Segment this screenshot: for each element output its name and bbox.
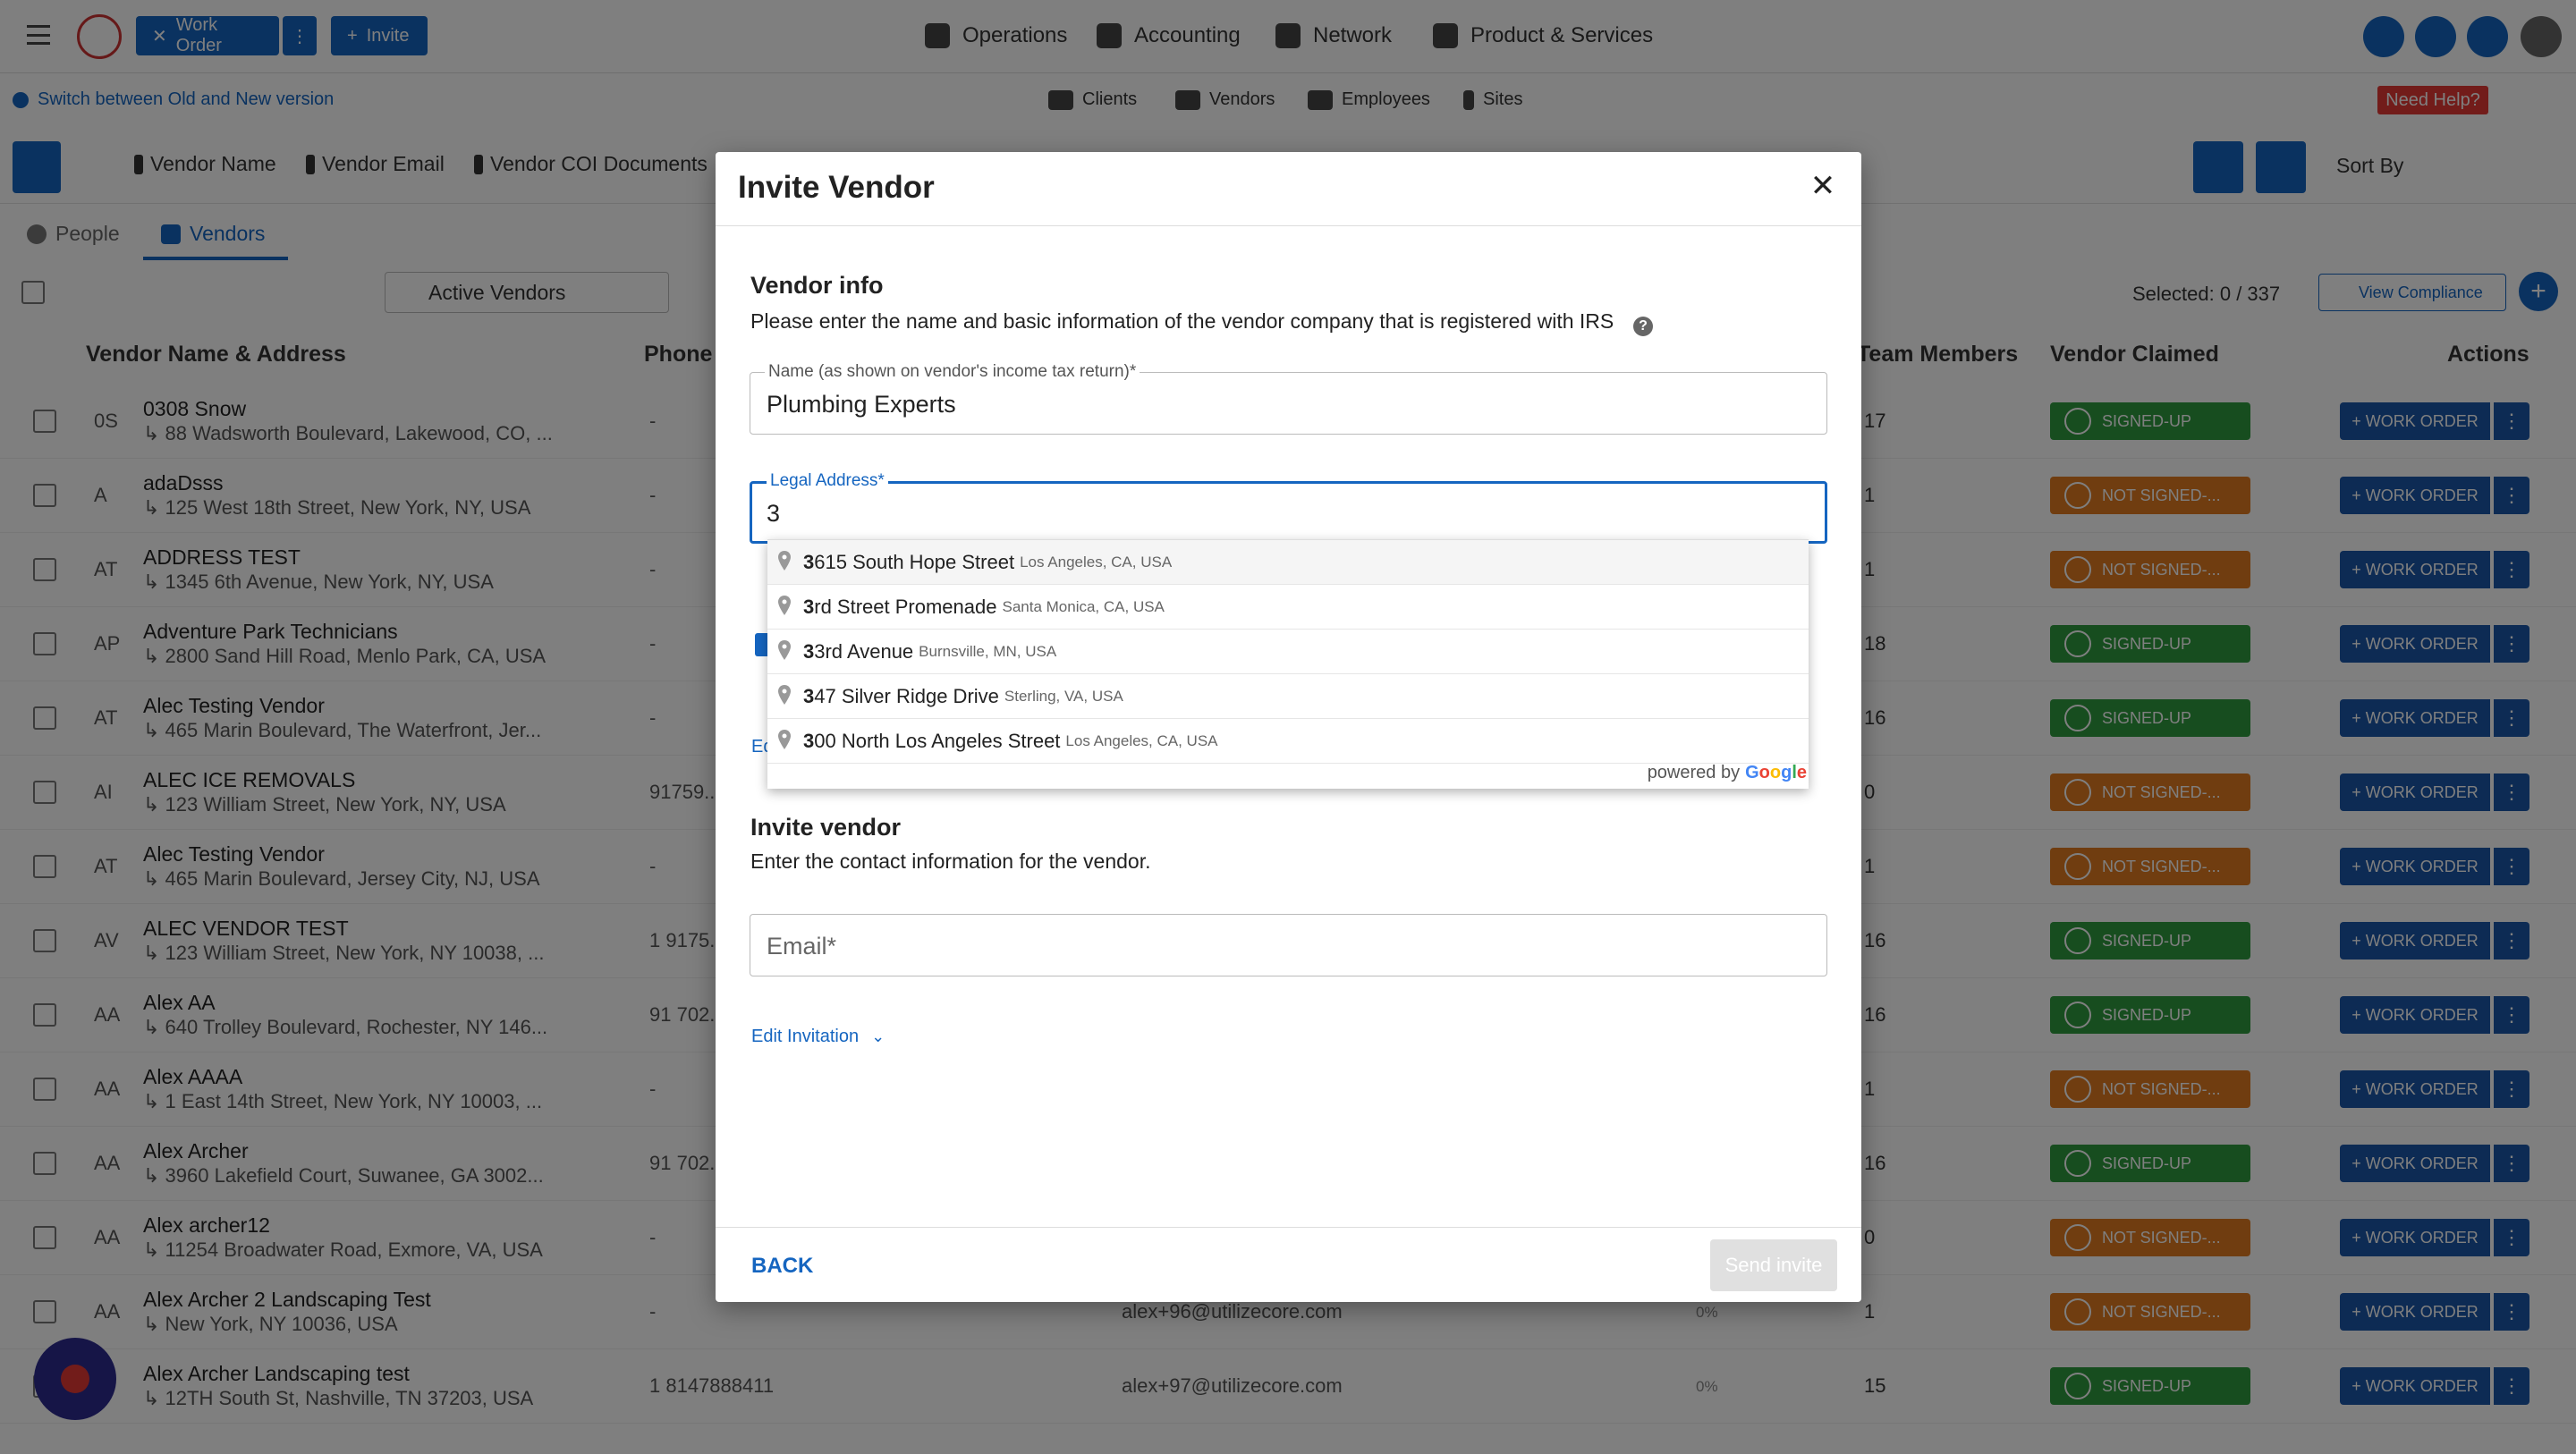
dialog-header-divider [716,225,1861,226]
map-pin-icon [778,730,791,749]
suggestion-secondary-text: Sterling, VA, USA [1004,687,1123,705]
invite-vendor-description: Enter the contact information for the ve… [750,850,1151,873]
legal-address-value: 3 [767,500,781,527]
powered-by-google: powered by Google [1647,763,1807,782]
google-logo: Google [1745,763,1807,782]
address-suggestion[interactable]: 33rd Avenue Burnsville, MN, USA [767,630,1809,674]
legal-address-label: Legal Address* [767,471,888,491]
map-pin-icon [778,685,791,705]
back-button[interactable]: BACK [751,1254,813,1279]
address-suggestion[interactable]: 3rd Street Promenade Santa Monica, CA, US… [767,585,1809,630]
close-icon[interactable]: ✕ [1805,168,1841,204]
address-suggestion[interactable]: 3615 South Hope Street Los Angeles, CA, U… [767,540,1809,585]
suggestion-secondary-text: Burnsville, MN, USA [919,642,1057,660]
help-icon[interactable]: ? [1633,317,1653,336]
vendor-info-description: Please enter the name and basic informat… [750,309,1614,333]
dialog-title: Invite Vendor [738,170,935,205]
address-suggestion[interactable]: 300 North Los Angeles Street Los Angeles,… [767,719,1809,764]
suggestion-secondary-text: Los Angeles, CA, USA [1065,731,1218,749]
suggestion-main-text: 33rd Avenue [803,639,914,663]
chevron-down-icon: ⌄ [871,1027,886,1045]
email-field[interactable]: Email* [750,914,1827,976]
vendor-name-value: Plumbing Experts [767,391,956,418]
invite-vendor-heading: Invite vendor [750,814,902,841]
map-pin-icon [778,551,791,571]
edit-invitation-label: Edit Invitation [751,1027,860,1046]
email-placeholder: Email* [767,933,837,959]
map-pin-icon [778,640,791,660]
map-pin-icon [778,596,791,615]
edit-invitation-toggle[interactable]: Edit Invitation ⌄ [751,1027,885,1047]
vendor-name-label: Name (as shown on vendor's income tax re… [765,362,1140,382]
suggestion-secondary-text: Los Angeles, CA, USA [1020,553,1173,571]
legal-address-field[interactable]: Legal Address* 3 [750,471,1827,544]
suggestion-main-text: 3615 South Hope Street [803,550,1015,573]
suggestion-main-text: 3rd Street Promenade [803,595,997,618]
vendor-info-heading: Vendor info [750,272,884,299]
send-invite-button[interactable]: Send invite [1710,1239,1837,1291]
address-suggestions: 3615 South Hope Street Los Angeles, CA, U… [767,539,1809,789]
address-suggestion[interactable]: 347 Silver Ridge Drive Sterling, VA, USA [767,674,1809,719]
suggestion-main-text: 300 North Los Angeles Street [803,729,1061,752]
vendor-name-field[interactable]: Name (as shown on vendor's income tax re… [750,362,1827,435]
suggestion-secondary-text: Santa Monica, CA, USA [1002,597,1165,615]
suggestion-main-text: 347 Silver Ridge Drive [803,684,999,707]
dialog-footer-divider [716,1227,1861,1228]
